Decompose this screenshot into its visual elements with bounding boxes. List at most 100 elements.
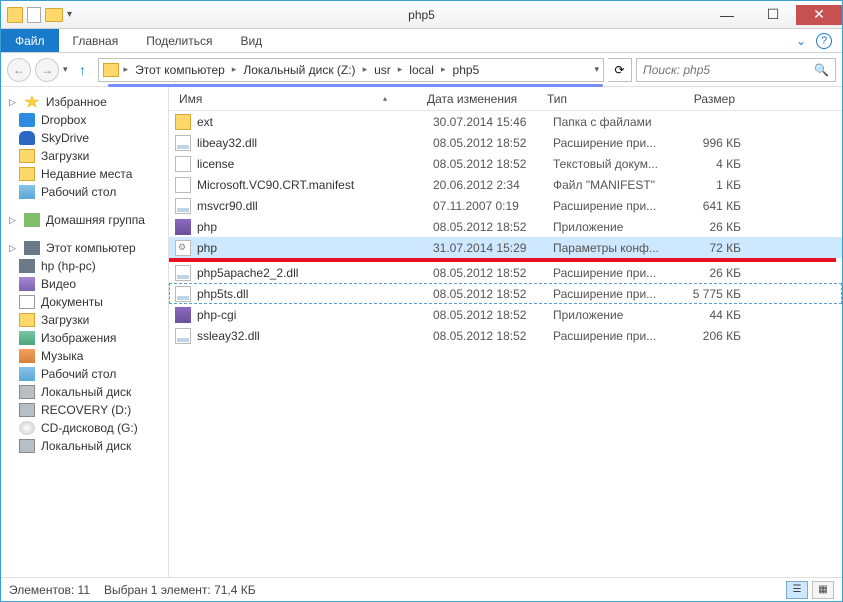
sidebar-item-label: Локальный диск [41,439,131,453]
address-dropdown-icon[interactable]: ▾ [594,64,599,75]
sidebar-item-label: Рабочий стол [41,367,116,381]
chevron-right-icon[interactable]: ▸ [360,64,371,75]
file-date: 31.07.2014 15:29 [433,241,553,255]
col-date-header[interactable]: Дата изменения [427,92,547,106]
file-row[interactable]: Microsoft.VC90.CRT.manifest 20.06.2012 2… [169,174,842,195]
chevron-right-icon[interactable]: ▸ [438,64,449,75]
expand-ribbon-icon[interactable]: ⌄ [796,34,806,48]
file-type: Расширение при... [553,199,673,213]
sidebar-item[interactable]: Загрузки [1,311,168,329]
sidebar-item[interactable]: RECOVERY (D:) [1,401,168,419]
sidebar-favorites[interactable]: ▷Избранное [1,93,168,111]
forward-button[interactable]: → [35,58,59,82]
col-name-header[interactable]: Имя▴ [169,92,427,106]
status-bar: Элементов: 11 Выбран 1 элемент: 71,4 КБ … [1,577,842,601]
sidebar-item-label: Загрузки [41,149,89,163]
tab-file[interactable]: Файл [1,29,59,52]
minimize-button[interactable]: — [704,5,750,25]
address-bar[interactable]: ▸ Этот компьютер ▸ Локальный диск (Z:) ▸… [98,58,604,82]
crumb-2[interactable]: usr [372,63,393,77]
file-row[interactable]: php 08.05.2012 18:52 Приложение 26 КБ [169,216,842,237]
file-size: 26 КБ [673,266,753,280]
close-button[interactable]: ✕ [796,5,842,25]
maximize-button[interactable]: ☐ [750,5,796,25]
box-icon [19,113,35,127]
help-button[interactable]: ? [816,33,832,49]
up-button[interactable]: ↑ [72,59,94,81]
folder-icon [19,313,35,327]
cd-icon [19,421,35,435]
desk-icon [19,185,35,199]
sidebar-item[interactable]: Изображения [1,329,168,347]
file-size: 641 КБ [673,199,753,213]
sidebar-label: Этот компьютер [46,241,136,255]
file-size: 5 775 КБ [673,287,753,301]
file-row[interactable]: ext 30.07.2014 15:46 Папка с файлами [169,111,842,132]
file-type: Расширение при... [553,329,673,343]
chevron-right-icon[interactable]: ▸ [121,64,132,75]
refresh-button[interactable]: ⟳ [608,58,632,82]
file-row[interactable]: php-cgi 08.05.2012 18:52 Приложение 44 К… [169,304,842,325]
file-row[interactable]: ssleay32.dll 08.05.2012 18:52 Расширение… [169,325,842,346]
search-input[interactable] [643,63,808,77]
history-dropdown-icon[interactable]: ▾ [63,64,68,75]
sidebar-item[interactable]: Рабочий стол [1,365,168,383]
sidebar-item[interactable]: hp (hp-pc) [1,257,168,275]
star-icon [24,95,40,109]
crumb-0[interactable]: Этот компьютер [133,63,227,77]
sidebar-item[interactable]: SkyDrive [1,129,168,147]
file-date: 08.05.2012 18:52 [433,136,553,150]
tab-home[interactable]: Главная [59,29,133,52]
file-type: Текстовый докум... [553,157,673,171]
file-list[interactable]: ext 30.07.2014 15:46 Папка с файлами lib… [169,111,842,577]
sort-indicator-icon: ▴ [383,94,387,103]
back-button[interactable]: ← [7,58,31,82]
file-row[interactable]: php 31.07.2014 15:29 Параметры конф... 7… [169,237,842,258]
chevron-right-icon[interactable]: ▸ [395,64,406,75]
col-type-header[interactable]: Тип [547,92,667,106]
tab-view[interactable]: Вид [226,29,276,52]
crumb-4[interactable]: php5 [451,63,482,77]
sidebar-item-label: Dropbox [41,113,86,127]
sidebar-item[interactable]: Документы [1,293,168,311]
crumb-1[interactable]: Локальный диск (Z:) [241,63,357,77]
sidebar-item[interactable]: CD-дисковод (G:) [1,419,168,437]
sidebar-item[interactable]: Загрузки [1,147,168,165]
view-details-button[interactable]: ☰ [786,581,808,599]
file-row[interactable]: php5apache2_2.dll 08.05.2012 18:52 Расши… [169,262,842,283]
sidebar-item[interactable]: Dropbox [1,111,168,129]
file-name: ext [197,115,433,129]
sidebar-item-label: Документы [41,295,103,309]
sidebar-item-label: Недавние места [41,167,132,181]
sidebar-item[interactable]: Рабочий стол [1,183,168,201]
tab-share[interactable]: Поделиться [132,29,226,52]
search-box[interactable]: 🔍 [636,58,836,82]
sidebar-item-label: Изображения [41,331,116,345]
sidebar-item[interactable]: Видео [1,275,168,293]
file-type: Расширение при... [553,287,673,301]
sidebar-item[interactable]: Локальный диск [1,437,168,455]
file-size: 996 КБ [673,136,753,150]
doc-icon [19,295,35,309]
file-row[interactable]: libeay32.dll 08.05.2012 18:52 Расширение… [169,132,842,153]
file-row[interactable]: php5ts.dll 08.05.2012 18:52 Расширение п… [169,283,842,304]
sidebar-item[interactable]: Локальный диск [1,383,168,401]
crumb-3[interactable]: local [407,63,436,77]
file-row[interactable]: license 08.05.2012 18:52 Текстовый докум… [169,153,842,174]
file-row[interactable]: msvcr90.dll 07.11.2007 0:19 Расширение п… [169,195,842,216]
view-icons-button[interactable]: ▦ [812,581,834,599]
chevron-right-icon[interactable]: ▸ [229,64,240,75]
dll-icon [175,286,191,302]
qat-newfile-icon[interactable] [27,7,41,23]
file-date: 08.05.2012 18:52 [433,266,553,280]
sidebar-item[interactable]: Недавние места [1,165,168,183]
qat-folder-icon[interactable] [45,8,63,22]
file-name: php [197,220,433,234]
col-size-header[interactable]: Размер [667,92,747,106]
sidebar-homegroup[interactable]: ▷Домашняя группа [1,211,168,229]
sidebar-item[interactable]: Музыка [1,347,168,365]
file-name: php [197,241,433,255]
qat-dropdown-icon[interactable]: ▾ [67,9,72,20]
sidebar[interactable]: ▷Избранное Dropbox SkyDrive Загрузки Недавн… [1,87,169,577]
sidebar-thispc[interactable]: ▷Этот компьютер [1,239,168,257]
